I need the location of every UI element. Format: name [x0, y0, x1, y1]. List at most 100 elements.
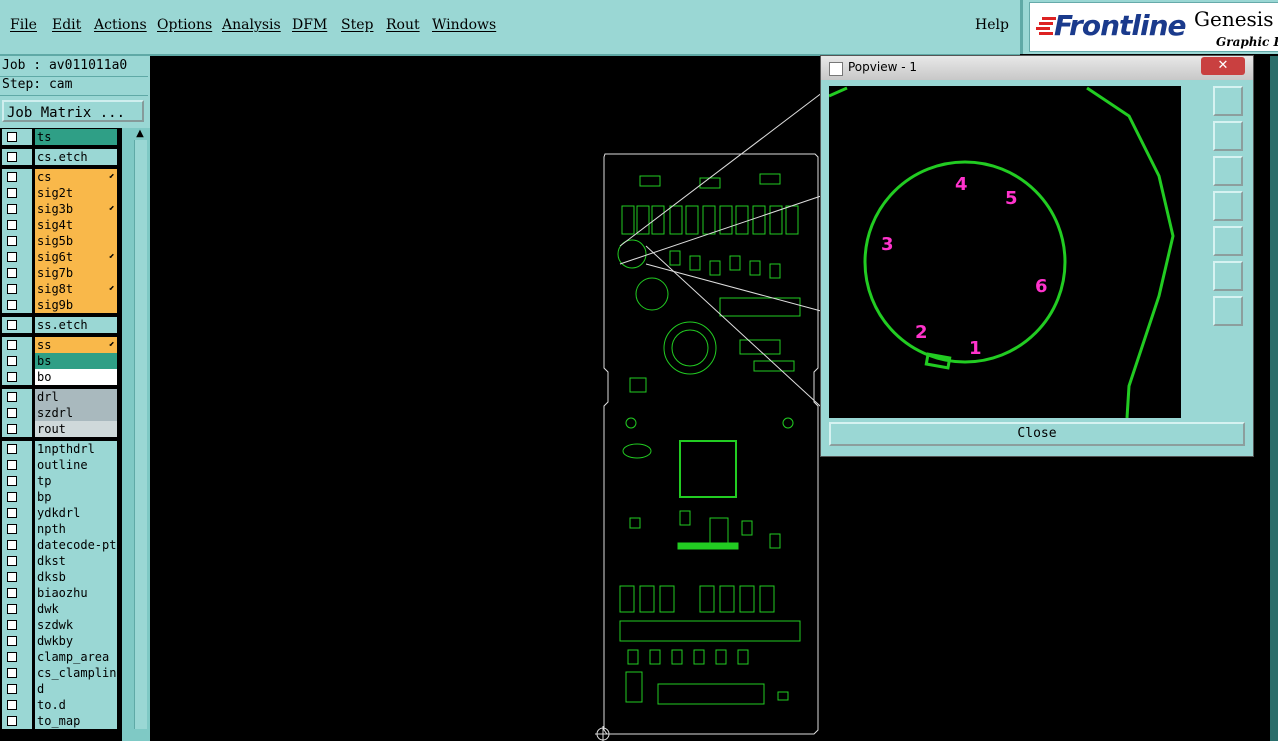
- layer-checkbox[interactable]: [2, 473, 32, 489]
- layer-name[interactable]: sig3b ⬋: [35, 201, 117, 217]
- layer-name[interactable]: outline: [35, 457, 117, 473]
- layer-row[interactable]: bo: [0, 369, 122, 385]
- layer-checkbox[interactable]: [2, 265, 32, 281]
- layer-row[interactable]: drl: [0, 389, 122, 405]
- layer-checkbox[interactable]: [2, 569, 32, 585]
- layer-name[interactable]: sig7b: [35, 265, 117, 281]
- layer-row[interactable]: npth: [0, 521, 122, 537]
- layer-name[interactable]: dkst: [35, 553, 117, 569]
- layer-row[interactable]: sig5b: [0, 233, 122, 249]
- menu-edit[interactable]: Edit: [52, 17, 81, 33]
- layer-checkbox[interactable]: [2, 697, 32, 713]
- layer-name[interactable]: 1npthdrl: [35, 441, 117, 457]
- menu-actions[interactable]: Actions: [94, 17, 147, 33]
- layer-row[interactable]: ydkdrl: [0, 505, 122, 521]
- layer-checkbox[interactable]: [2, 405, 32, 421]
- layer-name[interactable]: cs_clampline: [35, 665, 117, 681]
- layer-name[interactable]: sig2t: [35, 185, 117, 201]
- layer-checkbox[interactable]: [2, 601, 32, 617]
- job-matrix-button[interactable]: Job Matrix ...: [2, 100, 144, 122]
- layer-row[interactable]: cs ⬋: [0, 169, 122, 185]
- layer-row[interactable]: rout: [0, 421, 122, 437]
- scroll-track[interactable]: [134, 140, 147, 729]
- layer-checkbox[interactable]: [2, 337, 32, 353]
- layer-checkbox[interactable]: [2, 149, 32, 165]
- layer-checkbox[interactable]: [2, 389, 32, 405]
- pan-icon[interactable]: [1213, 296, 1243, 326]
- layer-name[interactable]: bp: [35, 489, 117, 505]
- menu-step[interactable]: Step: [341, 17, 373, 33]
- layer-name[interactable]: to.d: [35, 697, 117, 713]
- layer-name[interactable]: datecode-pts: [35, 537, 117, 553]
- layer-name[interactable]: rout: [35, 421, 117, 437]
- layer-name[interactable]: cs ⬋: [35, 169, 117, 185]
- layer-checkbox[interactable]: [2, 505, 32, 521]
- layer-name[interactable]: bo: [35, 369, 117, 385]
- layer-row[interactable]: ts: [0, 129, 122, 145]
- layer-row[interactable]: sig2t: [0, 185, 122, 201]
- layer-checkbox[interactable]: [2, 537, 32, 553]
- layer-row[interactable]: datecode-pts: [0, 537, 122, 553]
- layer-row[interactable]: to_map: [0, 713, 122, 729]
- menu-windows[interactable]: Windows: [432, 17, 496, 33]
- layer-row[interactable]: sig8t ⬋: [0, 281, 122, 297]
- move-right-icon[interactable]: [1213, 226, 1243, 256]
- layer-checkbox[interactable]: [2, 585, 32, 601]
- layer-row[interactable]: ss ⬋: [0, 337, 122, 353]
- layer-row[interactable]: sig3b ⬋: [0, 201, 122, 217]
- layer-checkbox[interactable]: [2, 297, 32, 313]
- layer-row[interactable]: cs.etch: [0, 149, 122, 165]
- layer-checkbox[interactable]: [2, 217, 32, 233]
- layer-scrollbar[interactable]: ▲: [122, 128, 150, 741]
- layer-checkbox[interactable]: [2, 129, 32, 145]
- layer-row[interactable]: szdwk: [0, 617, 122, 633]
- menu-help[interactable]: Help: [975, 17, 1009, 33]
- layer-checkbox[interactable]: [2, 521, 32, 537]
- layer-row[interactable]: sig6t ⬋: [0, 249, 122, 265]
- layer-name[interactable]: to_map: [35, 713, 117, 729]
- layer-checkbox[interactable]: [2, 441, 32, 457]
- layer-row[interactable]: 1npthdrl: [0, 441, 122, 457]
- layer-name[interactable]: dksb: [35, 569, 117, 585]
- layer-row[interactable]: cs_clampline: [0, 665, 122, 681]
- scroll-up-arrow-icon[interactable]: ▲: [134, 128, 146, 140]
- layer-checkbox[interactable]: [2, 617, 32, 633]
- layer-name[interactable]: szdwk: [35, 617, 117, 633]
- layer-row[interactable]: sig4t: [0, 217, 122, 233]
- layer-name[interactable]: dwkby: [35, 633, 117, 649]
- layer-row[interactable]: d: [0, 681, 122, 697]
- layer-checkbox[interactable]: [2, 421, 32, 437]
- layer-row[interactable]: sig9b: [0, 297, 122, 313]
- zoom-fit-icon[interactable]: [1213, 86, 1243, 116]
- menu-file[interactable]: File: [10, 17, 37, 33]
- layer-row[interactable]: dksb: [0, 569, 122, 585]
- menu-rout[interactable]: Rout: [386, 17, 420, 33]
- layer-name[interactable]: ydkdrl: [35, 505, 117, 521]
- layer-name[interactable]: szdrl: [35, 405, 117, 421]
- layer-row[interactable]: sig7b: [0, 265, 122, 281]
- layer-row[interactable]: biaozhu: [0, 585, 122, 601]
- layer-row[interactable]: bs: [0, 353, 122, 369]
- layer-name[interactable]: sig6t ⬋: [35, 249, 117, 265]
- layer-checkbox[interactable]: [2, 169, 32, 185]
- layer-name[interactable]: clamp_area: [35, 649, 117, 665]
- popview-titlebar[interactable]: Popview - 1 ✕: [821, 56, 1253, 80]
- layer-row[interactable]: ss.etch: [0, 317, 122, 333]
- layer-checkbox[interactable]: [2, 353, 32, 369]
- layer-name[interactable]: tp: [35, 473, 117, 489]
- menu-analysis[interactable]: Analysis: [222, 17, 281, 33]
- layer-checkbox[interactable]: [2, 553, 32, 569]
- menu-options[interactable]: Options: [157, 17, 212, 33]
- layer-name[interactable]: sig8t ⬋: [35, 281, 117, 297]
- right-scrollbar-edge[interactable]: [1270, 56, 1278, 741]
- layer-checkbox[interactable]: [2, 457, 32, 473]
- layer-checkbox[interactable]: [2, 249, 32, 265]
- layer-name[interactable]: bs: [35, 353, 117, 369]
- layer-checkbox[interactable]: [2, 633, 32, 649]
- layer-name[interactable]: sig4t: [35, 217, 117, 233]
- layer-name[interactable]: drl: [35, 389, 117, 405]
- layer-name[interactable]: dwk: [35, 601, 117, 617]
- layer-row[interactable]: dwk: [0, 601, 122, 617]
- layer-name[interactable]: npth: [35, 521, 117, 537]
- layer-checkbox[interactable]: [2, 233, 32, 249]
